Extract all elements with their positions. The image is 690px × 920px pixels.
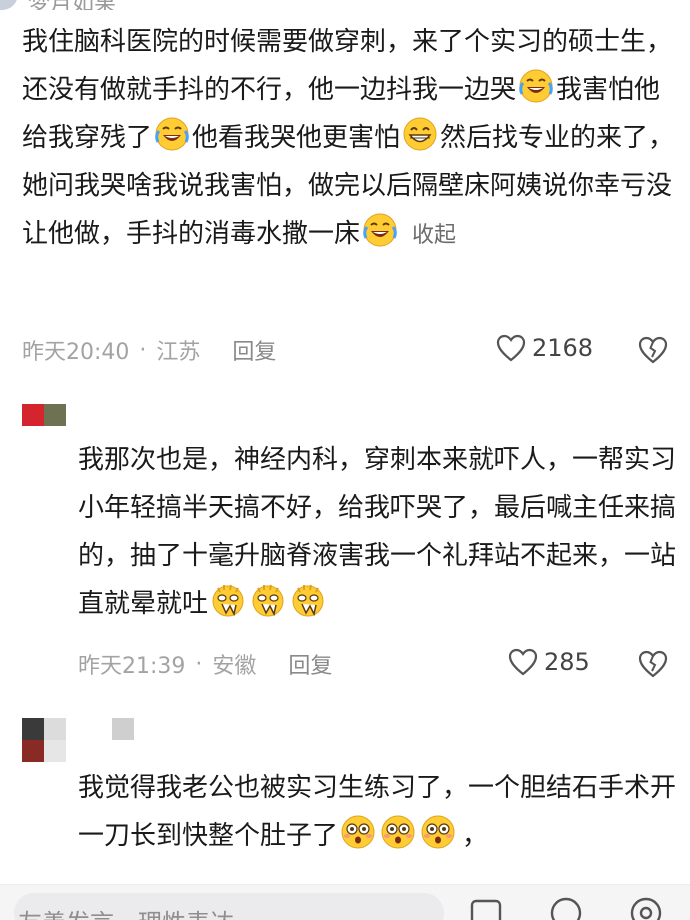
broken-heart-icon[interactable] xyxy=(638,649,668,679)
emoji-icon[interactable] xyxy=(548,895,584,920)
previous-header: 梦月如果 xyxy=(0,0,690,10)
like-count: 285 xyxy=(544,648,590,676)
comment-input[interactable]: 友善发言，理性表达 xyxy=(14,893,444,920)
reply-button[interactable]: 回复 xyxy=(232,334,276,366)
laugh-cry-emoji xyxy=(155,117,189,151)
avatar-blurred[interactable] xyxy=(22,404,66,426)
image-icon[interactable] xyxy=(468,895,504,920)
like-button[interactable]: 285 xyxy=(508,648,590,676)
mention-icon[interactable] xyxy=(628,895,664,920)
flushed-emoji xyxy=(341,815,375,849)
comment-1-text: 我住脑科医院的时候需要做穿刺，来了个实习的硕士生，还没有做就手抖的不行，他一边抖… xyxy=(22,18,682,260)
meta-separator: · xyxy=(139,337,147,363)
comment-2-meta: 昨天21:39 · 安徽 回复 xyxy=(78,648,332,680)
comment-input-placeholder: 友善发言，理性表达 xyxy=(18,903,234,920)
flushed-emoji xyxy=(421,815,455,849)
username-blurred[interactable] xyxy=(112,718,134,740)
avatar[interactable] xyxy=(0,0,18,10)
laugh-cry-emoji xyxy=(363,213,397,247)
meta-separator: · xyxy=(195,651,203,677)
comment-3-body: 我觉得我老公也被实习生练习了，一个胆结石手术开一刀长到快整个肚子了 xyxy=(78,773,677,851)
broken-heart-icon[interactable] xyxy=(638,335,668,365)
username[interactable]: 梦月如果 xyxy=(28,0,116,10)
comment-1-text-part3: 他看我哭他更害怕 xyxy=(192,123,401,153)
avatar-blurred[interactable] xyxy=(22,718,66,762)
comment-location: 安徽 xyxy=(212,654,257,679)
comment-3-text: 我觉得我老公也被实习生练习了，一个胆结石手术开一刀长到快整个肚子了， xyxy=(78,764,682,860)
flushed-emoji xyxy=(381,815,415,849)
comment-2-body: 我那次也是，神经内科，穿刺本来就吓人，一帮实习小年轻搞半天搞不好，给我吓哭了，最… xyxy=(78,445,677,619)
heart-icon xyxy=(496,334,526,362)
like-count: 2168 xyxy=(532,334,594,362)
like-button[interactable]: 2168 xyxy=(496,334,593,362)
comment-2-text: 我那次也是，神经内科，穿刺本来就吓人，一帮实习小年轻搞半天搞不好，给我吓哭了，最… xyxy=(78,436,682,628)
comment-input-bar: 友善发言，理性表达 xyxy=(0,884,690,920)
heart-icon xyxy=(508,648,538,676)
comment-3-trailing: ， xyxy=(462,821,489,851)
dizzy-emoji xyxy=(292,584,324,617)
dizzy-emoji xyxy=(252,584,284,617)
collapse-link[interactable]: 收起 xyxy=(412,223,456,248)
comment-time: 昨天20:40 xyxy=(22,340,130,365)
comment-time: 昨天21:39 xyxy=(78,654,186,679)
dizzy-emoji xyxy=(212,584,244,617)
laugh-cry-emoji xyxy=(519,69,553,103)
comment-1-meta: 昨天20:40 · 江苏 回复 xyxy=(22,334,276,366)
grin-emoji xyxy=(403,117,437,151)
reply-button[interactable]: 回复 xyxy=(288,648,332,680)
comment-location: 江苏 xyxy=(156,340,201,365)
